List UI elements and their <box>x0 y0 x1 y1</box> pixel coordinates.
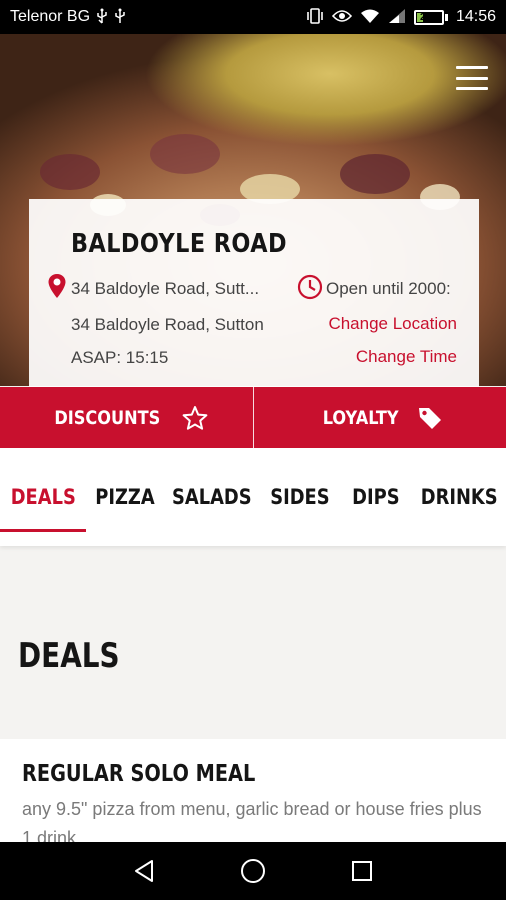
usb-icon <box>96 8 108 26</box>
signal-icon <box>388 8 406 26</box>
tag-icon <box>419 407 442 429</box>
back-icon[interactable] <box>131 858 157 884</box>
change-location-link[interactable]: Change Location <box>328 314 457 334</box>
app-screen: Telenor BG 22 14:56 BALDOYLE ROAD 34 Bal… <box>0 0 506 900</box>
battery-icon: 22 <box>413 9 448 25</box>
tab-drinks[interactable]: DRINKS <box>412 448 506 546</box>
change-time-link[interactable]: Change Time <box>356 347 457 367</box>
delivery-address: 34 Baldoyle Road, Sutton <box>71 315 264 334</box>
store-address-short: 34 Baldoyle Road, Sutt... <box>71 279 260 298</box>
loyalty-button[interactable]: LOYALTY <box>254 387 506 448</box>
section-title: DEALS <box>18 636 120 676</box>
clock-icon <box>297 274 323 300</box>
wifi-icon <box>360 8 380 26</box>
action-bar: DISCOUNTS LOYALTY <box>0 387 506 448</box>
tab-deals[interactable]: DEALS <box>0 448 86 546</box>
asap-time: ASAP: 15:15 <box>71 348 169 367</box>
hamburger-menu-icon[interactable] <box>456 66 488 90</box>
tab-sides[interactable]: SIDES <box>260 448 340 546</box>
home-icon[interactable] <box>240 858 266 884</box>
usb-icon <box>114 8 126 26</box>
carrier-label: Telenor BG <box>10 8 91 25</box>
recents-icon[interactable] <box>349 858 375 884</box>
menu-item-name: REGULAR SOLO MEAL <box>22 761 256 787</box>
tab-dips[interactable]: DIPS <box>340 448 412 546</box>
location-pin-icon <box>48 274 66 298</box>
menu-item-card[interactable]: REGULAR SOLO MEAL any 9.5" pizza from me… <box>0 739 506 849</box>
battery-level: 22 <box>419 11 432 23</box>
vibrate-icon <box>306 8 324 26</box>
eye-icon <box>331 9 353 25</box>
store-name: BALDOYLE ROAD <box>71 229 287 259</box>
store-info-card: BALDOYLE ROAD 34 Baldoyle Road, Sutt... … <box>29 199 479 387</box>
discounts-label: DISCOUNTS <box>54 406 161 429</box>
clock-time: 14:56 <box>455 8 496 25</box>
system-nav-bar <box>0 842 506 900</box>
loyalty-label: LOYALTY <box>322 406 399 429</box>
opening-hours: Open until 2000: <box>326 279 451 298</box>
star-icon <box>182 405 207 430</box>
category-tabs: DEALS PIZZA SALADS SIDES DIPS DRINKS <box>0 448 506 546</box>
tab-salads[interactable]: SALADS <box>164 448 260 546</box>
tab-pizza[interactable]: PIZZA <box>86 448 164 546</box>
status-bar: Telenor BG 22 14:56 <box>0 0 506 34</box>
discounts-button[interactable]: DISCOUNTS <box>0 387 254 448</box>
